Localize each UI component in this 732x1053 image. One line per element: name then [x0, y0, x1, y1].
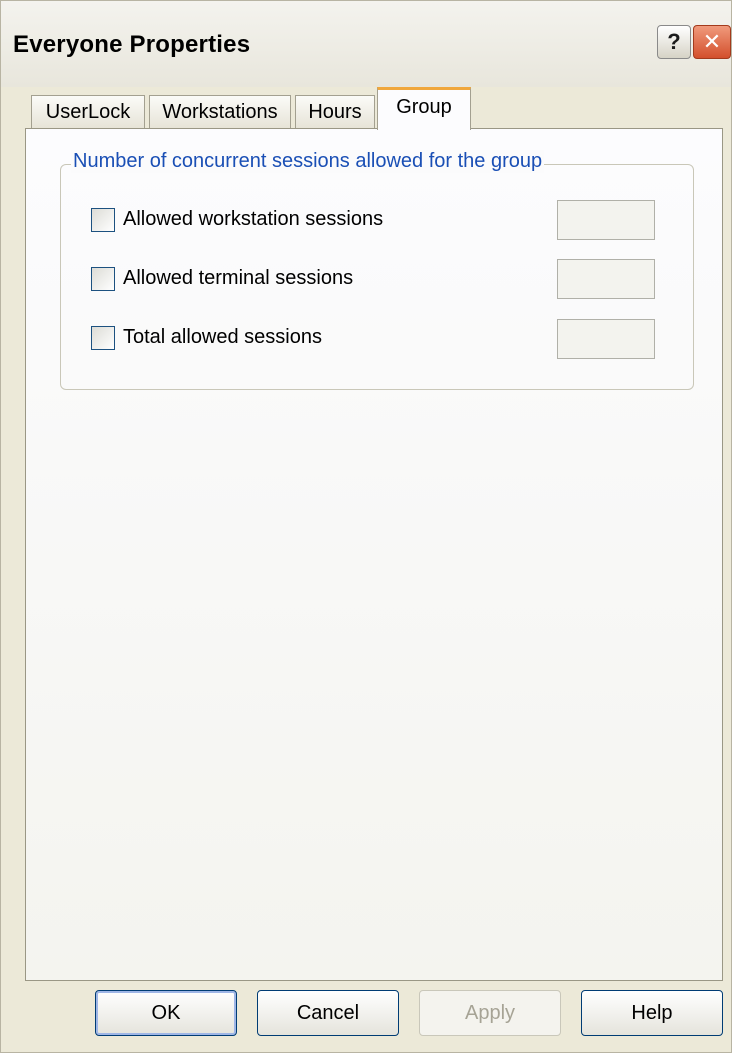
cancel-button[interactable]: Cancel	[257, 990, 399, 1036]
total-sessions-label[interactable]: Total allowed sessions	[123, 326, 322, 349]
workstation-sessions-input[interactable]	[557, 200, 655, 240]
workstation-sessions-label[interactable]: Allowed workstation sessions	[123, 208, 383, 231]
terminal-sessions-input[interactable]	[557, 259, 655, 299]
help-button[interactable]: Help	[581, 990, 723, 1036]
tab-panel-group: Number of concurrent sessions allowed fo…	[25, 128, 723, 981]
terminal-sessions-checkbox[interactable]	[91, 267, 115, 291]
tab-workstations[interactable]: Workstations	[149, 95, 291, 129]
workstation-sessions-checkbox[interactable]	[91, 208, 115, 232]
apply-button: Apply	[419, 990, 561, 1036]
total-sessions-input[interactable]	[557, 319, 655, 359]
total-sessions-checkbox[interactable]	[91, 326, 115, 350]
groupbox-title: Number of concurrent sessions allowed fo…	[71, 150, 545, 173]
concurrent-sessions-groupbox: Number of concurrent sessions allowed fo…	[60, 150, 694, 390]
terminal-sessions-label[interactable]: Allowed terminal sessions	[123, 267, 353, 290]
window-title: Everyone Properties	[13, 31, 251, 58]
help-icon[interactable]: ?	[657, 25, 691, 59]
tab-group[interactable]: Group	[377, 87, 471, 130]
ok-button[interactable]: OK	[95, 990, 237, 1036]
close-icon[interactable]: ✕	[693, 25, 731, 59]
properties-dialog: Everyone Properties ? ✕ UserLock Worksta…	[0, 0, 732, 1053]
title-bar[interactable]: Everyone Properties ? ✕	[1, 1, 731, 87]
tab-hours[interactable]: Hours	[295, 95, 375, 129]
tab-userlock[interactable]: UserLock	[31, 95, 145, 129]
